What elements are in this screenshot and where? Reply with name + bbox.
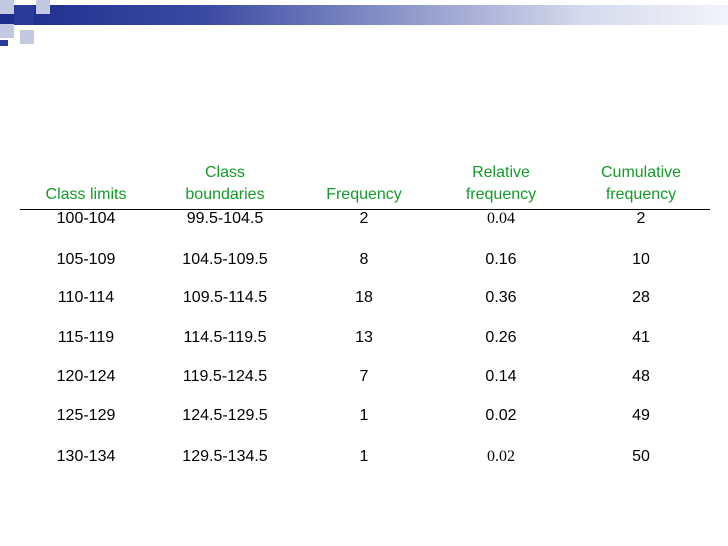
cell-class-boundaries: 114.5-119.5: [183, 329, 267, 346]
table-header-row: Class limits Class boundaries Frequency …: [20, 158, 710, 208]
cell-frequency: 18: [355, 289, 373, 306]
table-row: 125-129 124.5-129.5 1 0.02 49: [20, 405, 710, 427]
cell-relative-frequency: 0.02: [487, 448, 515, 465]
cell-cumulative-frequency: 41: [632, 329, 650, 346]
cell-class-limits: 115-119: [57, 329, 115, 346]
cell-class-boundaries: 104.5-109.5: [182, 251, 268, 268]
cell-class-boundaries: 109.5-114.5: [182, 289, 268, 306]
slide-banner: [0, 0, 728, 50]
cell-cumulative-frequency: 28: [632, 289, 650, 306]
cell-relative-frequency: 0.36: [485, 289, 517, 306]
header-frequency: Frequency: [326, 186, 402, 203]
cell-class-limits: 125-129: [56, 407, 116, 424]
banner-square-navy: [0, 40, 8, 46]
cell-relative-frequency: 0.04: [487, 210, 515, 227]
cell-class-limits: 100-104: [56, 210, 116, 227]
cell-frequency: 7: [359, 368, 369, 385]
cell-class-boundaries: 99.5-104.5: [186, 210, 264, 227]
cell-class-boundaries: 124.5-129.5: [182, 407, 268, 424]
header-cumulative-frequency: Cumulative frequency: [600, 164, 682, 203]
cell-class-boundaries: 129.5-134.5: [182, 448, 268, 465]
cell-cumulative-frequency: 2: [636, 210, 646, 227]
header-relative-frequency: Relative frequency: [465, 164, 537, 203]
cell-class-boundaries: 119.5-124.5: [182, 368, 268, 385]
cell-relative-frequency: 0.16: [485, 251, 517, 268]
frequency-table: Class limits Class boundaries Frequency …: [20, 158, 710, 465]
table-row: 100-104 99.5-104.5 2 0.04 2: [20, 208, 710, 230]
cell-class-limits: 105-109: [56, 251, 116, 268]
cell-cumulative-frequency: 10: [632, 251, 650, 268]
cell-frequency: 8: [359, 251, 369, 268]
cell-class-limits: 130-134: [56, 448, 116, 465]
cell-frequency: 13: [355, 329, 373, 346]
cell-cumulative-frequency: 49: [632, 407, 650, 424]
banner-square-light: [0, 0, 14, 14]
cell-relative-frequency: 0.02: [485, 407, 517, 424]
banner-square-navy: [14, 5, 34, 25]
banner-gradient-bar: [0, 5, 728, 25]
cell-class-limits: 110-114: [57, 289, 115, 306]
table-row: 120-124 119.5-124.5 7 0.14 48: [20, 366, 710, 388]
cell-cumulative-frequency: 50: [632, 448, 650, 465]
banner-square-light: [36, 0, 50, 14]
cell-relative-frequency: 0.26: [485, 329, 517, 346]
table-row: 115-119 114.5-119.5 13 0.26 41: [20, 327, 710, 349]
banner-square-light: [20, 30, 34, 44]
table-row: 130-134 129.5-134.5 1 0.02 50: [20, 446, 710, 468]
cell-cumulative-frequency: 48: [632, 368, 650, 385]
table-row: 110-114 109.5-114.5 18 0.36 28: [20, 287, 710, 309]
cell-frequency: 1: [359, 407, 369, 424]
header-class-boundaries: Class boundaries: [185, 164, 265, 203]
header-class-limits: Class limits: [45, 186, 127, 203]
table-row: 105-109 104.5-109.5 8 0.16 10: [20, 249, 710, 271]
cell-frequency: 2: [359, 210, 369, 227]
cell-frequency: 1: [359, 448, 369, 465]
cell-class-limits: 120-124: [56, 368, 116, 385]
banner-square-light: [0, 24, 14, 38]
cell-relative-frequency: 0.14: [485, 368, 517, 385]
